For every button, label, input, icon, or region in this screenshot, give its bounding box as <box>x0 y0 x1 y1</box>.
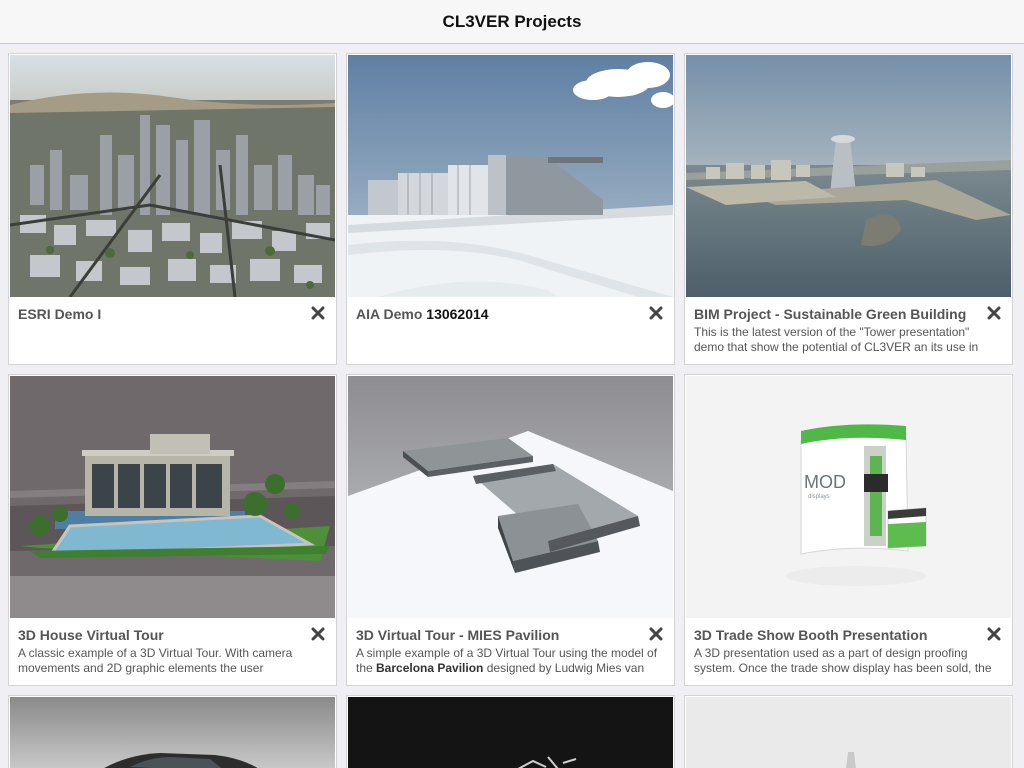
project-card-car[interactable] <box>8 695 337 768</box>
close-icon[interactable] <box>307 623 329 645</box>
project-thumbnail[interactable] <box>348 376 673 618</box>
project-thumbnail[interactable] <box>348 697 673 768</box>
project-thumbnail[interactable]: MOD displays <box>686 376 1011 618</box>
project-thumbnail[interactable] <box>348 55 673 297</box>
projects-grid[interactable]: ESRI Demo I AIA Demo 13062014 BIM Projec… <box>0 44 1024 768</box>
project-thumbnail[interactable] <box>686 55 1011 297</box>
project-name[interactable]: ESRI Demo I <box>18 306 308 322</box>
project-card-bim-project[interactable]: BIM Project - Sustainable Green Building… <box>684 53 1013 365</box>
dark-model-image <box>348 697 673 768</box>
light-model-image <box>686 697 1011 768</box>
close-icon[interactable] <box>983 623 1005 645</box>
project-card-esri-demo[interactable]: ESRI Demo I <box>8 53 337 365</box>
project-thumbnail[interactable] <box>10 55 335 297</box>
project-card-trade-show-booth[interactable]: MOD displays 3D Trade Show Booth Present… <box>684 374 1013 686</box>
close-icon[interactable] <box>645 623 667 645</box>
project-card-3d-house[interactable]: 3D House Virtual Tour A classic example … <box>8 374 337 686</box>
car-model-image <box>10 697 335 768</box>
project-description: A simple example of a 3D Virtual Tour us… <box>356 646 658 675</box>
project-thumbnail[interactable] <box>10 376 335 618</box>
navigation-bar: CL3VER Projects <box>0 0 1024 44</box>
project-name[interactable]: 3D Virtual Tour - MIES Pavilion <box>356 627 646 643</box>
project-description: A classic example of a 3D Virtual Tour. … <box>18 646 293 675</box>
building-model-image <box>348 55 673 297</box>
close-icon[interactable] <box>645 302 667 324</box>
project-description: A 3D presentation used as a part of desi… <box>694 646 992 675</box>
pavilion-model-image <box>348 376 673 618</box>
tower-model-image <box>686 55 1011 297</box>
close-icon[interactable] <box>307 302 329 324</box>
project-name[interactable]: 3D Trade Show Booth Presentation <box>694 627 984 643</box>
city-model-image <box>10 55 335 297</box>
close-icon[interactable] <box>983 302 1005 324</box>
project-name[interactable]: AIA Demo 13062014 <box>356 306 646 322</box>
project-card-aia-demo[interactable]: AIA Demo 13062014 <box>346 53 675 365</box>
project-name[interactable]: BIM Project - Sustainable Green Building <box>694 306 984 322</box>
booth-model-image: MOD displays <box>686 376 1011 618</box>
project-name[interactable]: 3D House Virtual Tour <box>18 627 308 643</box>
house-model-image <box>10 376 335 618</box>
project-card-light-scene[interactable] <box>684 695 1013 768</box>
booth-brand-text: MOD <box>804 472 846 492</box>
page-title: CL3VER Projects <box>442 11 582 31</box>
project-card-dark-scene[interactable] <box>346 695 675 768</box>
project-thumbnail[interactable] <box>10 697 335 768</box>
project-thumbnail[interactable] <box>686 697 1011 768</box>
booth-brand-subtext: displays <box>808 494 830 500</box>
project-description: This is the latest version of the "Tower… <box>694 325 979 354</box>
project-card-mies-pavilion[interactable]: 3D Virtual Tour - MIES Pavilion A simple… <box>346 374 675 686</box>
